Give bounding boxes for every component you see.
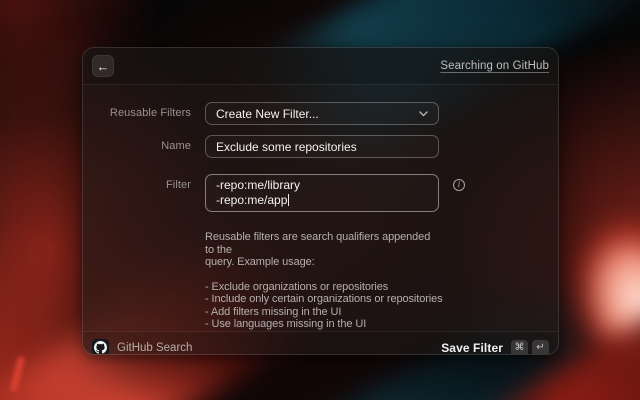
description-text: Reusable filters are search qualifiers a… xyxy=(205,231,443,331)
description-bullets: - Exclude organizations or repositories … xyxy=(205,280,443,331)
app-name: GitHub Search xyxy=(117,341,193,354)
screen: ← Searching on GitHub Reusable Filters C… xyxy=(0,0,640,400)
description-intro: Reusable filters are search qualifiers a… xyxy=(205,231,431,268)
text-caret xyxy=(288,194,290,206)
save-filter-button[interactable]: Save Filter xyxy=(441,341,503,355)
name-row: Name Exclude some repositories xyxy=(83,135,558,158)
filter-form: Reusable Filters Create New Filter... Na… xyxy=(83,85,558,331)
back-arrow-icon: ← xyxy=(96,58,110,74)
filter-row: Filter -repo:me/library -repo:me/app i xyxy=(83,174,558,212)
window-footer: GitHub Search Save Filter ⌘ ↵ xyxy=(83,330,558,355)
shortcut-keys: ⌘ ↵ xyxy=(511,339,549,354)
bullet-item: - Use languages missing in the UI xyxy=(205,318,367,330)
raycast-window: ← Searching on GitHub Reusable Filters C… xyxy=(82,47,559,355)
filter-line-1: -repo:me/library xyxy=(216,178,301,192)
bullet-item: - Add filters missing in the UI xyxy=(205,305,342,318)
name-input[interactable]: Exclude some repositories xyxy=(205,135,439,158)
filter-label: Filter xyxy=(165,179,191,191)
dropdown-selected-value: Create New Filter... xyxy=(216,106,319,121)
searching-on-github-link[interactable]: Searching on GitHub xyxy=(440,60,549,72)
save-filter-action[interactable]: Save Filter ⌘ ↵ xyxy=(441,339,549,355)
back-button[interactable]: ← xyxy=(92,55,114,77)
bullet-item: - Exclude organizations or repositories xyxy=(205,280,389,293)
description-row: Reusable filters are search qualifiers a… xyxy=(83,231,558,331)
name-input-value: Exclude some repositories xyxy=(216,139,357,154)
info-icon[interactable]: i xyxy=(453,179,465,191)
chevron-down-icon xyxy=(419,110,428,117)
window-header: ← Searching on GitHub xyxy=(83,48,558,85)
github-icon xyxy=(92,339,109,354)
reusable-filters-row: Reusable Filters Create New Filter... xyxy=(83,102,558,125)
bullet-item: - Include only certain organizations or … xyxy=(205,293,443,305)
reusable-filters-dropdown[interactable]: Create New Filter... xyxy=(205,102,439,125)
return-key-icon: ↵ xyxy=(532,339,549,354)
filter-line-2: -repo:me/app xyxy=(216,193,290,207)
footer-app: GitHub Search xyxy=(92,339,193,354)
filter-textarea[interactable]: -repo:me/library -repo:me/app xyxy=(205,174,439,212)
command-key-icon: ⌘ xyxy=(511,339,528,354)
name-label: Name xyxy=(161,140,191,152)
reusable-filters-label: Reusable Filters xyxy=(109,107,191,119)
